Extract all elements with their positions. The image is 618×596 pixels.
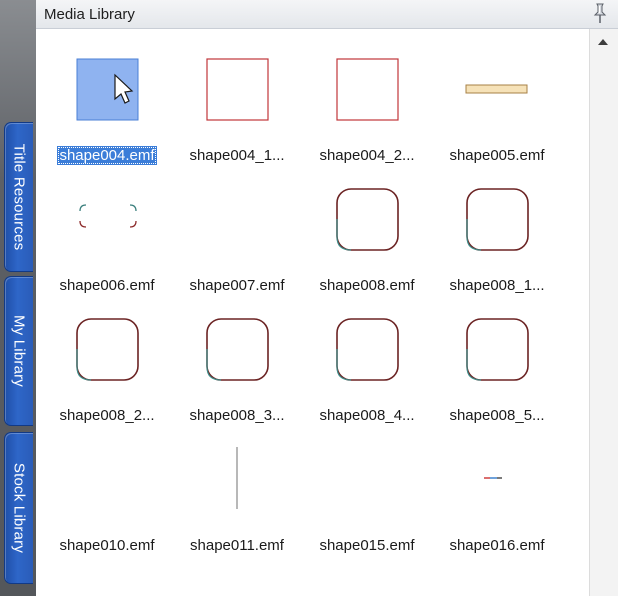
rounded-square-icon — [432, 309, 562, 409]
dashed-rounded-rect-icon — [42, 179, 172, 279]
media-item-label: shape006.emf — [59, 277, 155, 294]
rounded-square-icon — [302, 309, 432, 409]
selected-square-icon — [42, 49, 172, 149]
red-square-icon — [172, 49, 302, 149]
vertical-line-icon — [172, 439, 302, 539]
panel-title-bar: Media Library — [36, 0, 618, 29]
media-item-label: shape004_2... — [319, 147, 415, 164]
media-item-label: shape016.emf — [449, 537, 545, 554]
rounded-square-icon — [302, 179, 432, 279]
media-item-label: shape008_3... — [189, 407, 285, 424]
media-item-label: shape008_1... — [449, 277, 545, 294]
media-item-label: shape011.emf — [190, 537, 284, 554]
media-item-shape008-1[interactable]: shape008_1... — [432, 179, 562, 299]
tab-my-library[interactable]: My Library — [4, 276, 33, 426]
media-item-label: shape010.emf — [59, 537, 155, 554]
library-tab-strip: Title Resources My Library Stock Library — [0, 0, 36, 596]
tab-title-resources-label: Title Resources — [10, 143, 28, 251]
media-item-label: shape004_1... — [189, 147, 285, 164]
tab-stock-library-label: Stock Library — [10, 462, 28, 554]
blank-shape-icon — [302, 439, 432, 539]
pin-icon[interactable] — [590, 2, 610, 24]
media-item-label: shape004.emf — [57, 146, 157, 165]
media-item-label: shape015.emf — [319, 537, 415, 554]
media-item-shape004-2[interactable]: shape004_2... — [302, 49, 432, 169]
media-item-label: shape008_4... — [319, 407, 415, 424]
media-item-shape008-2[interactable]: shape008_2... — [42, 309, 172, 429]
tab-stock-library[interactable]: Stock Library — [4, 432, 33, 584]
media-library-panel: Media Library shape004.emf shape004_1...… — [36, 0, 618, 596]
panel-title: Media Library — [44, 6, 135, 23]
media-item-shape008-3[interactable]: shape008_3... — [172, 309, 302, 429]
rounded-square-icon — [432, 179, 562, 279]
media-item-label: shape005.emf — [449, 147, 545, 164]
media-item-shape005[interactable]: shape005.emf — [432, 49, 562, 169]
media-item-shape008-5[interactable]: shape008_5... — [432, 309, 562, 429]
media-item-shape006[interactable]: shape006.emf — [42, 179, 172, 299]
horizontal-bar-icon — [432, 49, 562, 149]
media-item-shape016[interactable]: shape016.emf — [432, 439, 562, 559]
media-item-shape004-1[interactable]: shape004_1... — [172, 49, 302, 169]
blank-shape-icon — [172, 179, 302, 279]
media-item-shape004[interactable]: shape004.emf — [42, 49, 172, 169]
media-item-shape007[interactable]: shape007.emf — [172, 179, 302, 299]
media-item-shape010[interactable]: shape010.emf — [42, 439, 172, 559]
rounded-square-icon — [42, 309, 172, 409]
media-item-label: shape008_2... — [59, 407, 155, 424]
media-item-shape015[interactable]: shape015.emf — [302, 439, 432, 559]
tab-my-library-label: My Library — [10, 314, 28, 388]
media-item-label: shape008.emf — [319, 277, 415, 294]
media-item-label: shape007.emf — [189, 277, 285, 294]
tab-title-resources[interactable]: Title Resources — [4, 122, 33, 272]
media-item-shape008-4[interactable]: shape008_4... — [302, 309, 432, 429]
red-square-icon — [302, 49, 432, 149]
media-grid: shape004.emf shape004_1... shape004_2... — [36, 29, 582, 596]
media-item-shape008[interactable]: shape008.emf — [302, 179, 432, 299]
scroll-up-arrow-icon[interactable] — [598, 39, 608, 45]
small-line-icon — [432, 439, 562, 539]
vertical-scrollbar[interactable] — [589, 29, 618, 596]
media-item-label: shape008_5... — [449, 407, 545, 424]
rounded-square-icon — [172, 309, 302, 409]
media-item-shape011[interactable]: shape011.emf — [172, 439, 302, 559]
blank-shape-icon — [42, 439, 172, 539]
